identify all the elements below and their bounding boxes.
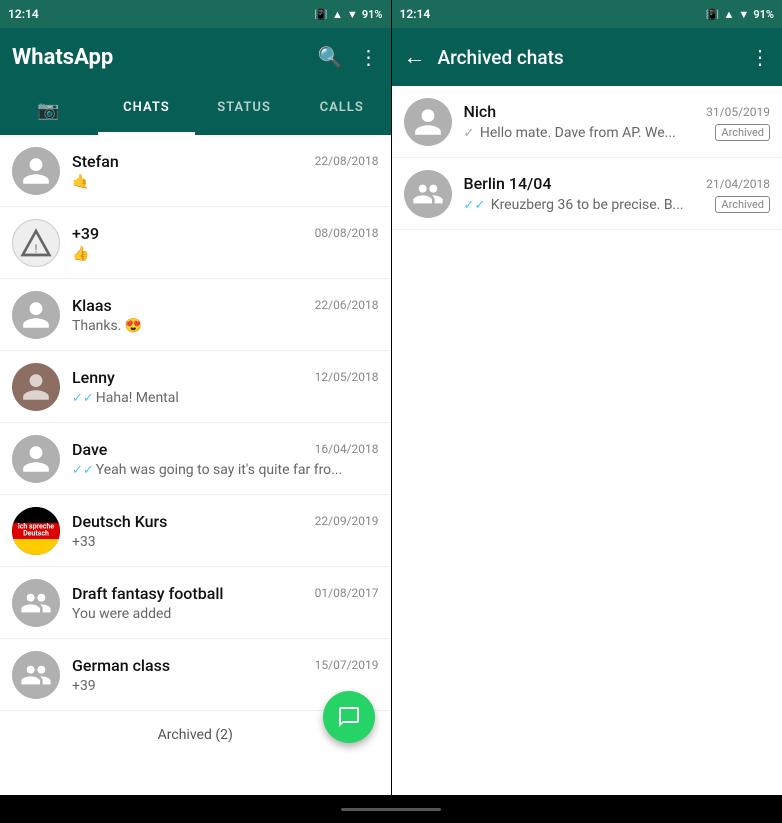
avatar-nich (404, 98, 452, 146)
status-bar-left: 12:14 📳 ▲ ▼ 91% (0, 0, 391, 28)
chat-item-plus39[interactable]: ! +39 08/08/2018 👍 (0, 207, 391, 279)
archived-title: Archived chats (438, 46, 739, 69)
time-left: 12:14 (8, 7, 39, 21)
chat-name-berlin: Berlin 14/04 (464, 174, 552, 193)
chat-preview-dave: ✓✓Yeah was going to say it's quite far f… (72, 462, 379, 478)
wifi-icon: ▼ (347, 8, 358, 21)
chat-name-dave: Dave (72, 440, 107, 459)
archived-label: Archived (2) (158, 727, 233, 743)
signal-icon-right: ▲ (724, 8, 735, 21)
chat-preview-deutsch: +33 (72, 534, 379, 550)
archived-badge-nich: Archived (715, 124, 770, 141)
avatar-plus39: ! (12, 219, 60, 267)
menu-icon-right[interactable]: ⋮ (750, 45, 770, 69)
chat-preview-german: +39 (72, 678, 379, 694)
chat-preview-stefan: 🤙 (72, 174, 379, 190)
app-title: WhatsApp (12, 45, 318, 70)
tab-camera[interactable]: 📷 (0, 86, 98, 135)
battery-right: 91% (753, 8, 774, 21)
chat-name-stefan: Stefan (72, 152, 119, 171)
back-button[interactable]: ← (404, 44, 426, 70)
double-check-dave: ✓✓ (72, 463, 94, 478)
status-bar-right: 12:14 📳 ▲ ▼ 91% (392, 0, 782, 28)
chat-content-berlin: Berlin 14/04 21/04/2018 ✓✓ Kreuzberg 36 … (464, 174, 771, 213)
chat-item-draft[interactable]: Draft fantasy football 01/08/2017 You we… (0, 567, 391, 639)
vibrate-icon: 📳 (314, 8, 328, 21)
chat-preview-nich: ✓ Hello mate. Dave from AP. We... Archiv… (464, 124, 771, 141)
chat-time-deutsch: 22/09/2019 (315, 514, 379, 528)
chat-name-lenny: Lenny (72, 368, 115, 387)
archived-header: ← Archived chats ⋮ (392, 28, 782, 86)
chat-name-nich: Nich (464, 102, 497, 121)
avatar-lenny (12, 363, 60, 411)
archived-chat-list: Nich 31/05/2019 ✓ Hello mate. Dave from … (392, 86, 782, 795)
avatar-draft (12, 579, 60, 627)
chat-time-german: 15/07/2019 (315, 658, 379, 672)
chat-time-lenny: 12/05/2018 (315, 370, 379, 384)
chat-content-lenny: Lenny 12/05/2018 ✓✓Haha! Mental (72, 368, 379, 406)
tab-status[interactable]: STATUS (195, 86, 293, 135)
nav-bar (0, 795, 782, 823)
search-icon[interactable]: 🔍 (318, 45, 343, 69)
chat-preview-plus39: 👍 (72, 246, 379, 262)
chat-item-berlin[interactable]: Berlin 14/04 21/04/2018 ✓✓ Kreuzberg 36 … (392, 158, 782, 230)
chat-time-plus39: 08/08/2018 (315, 226, 379, 240)
chat-item-stefan[interactable]: Stefan 22/08/2018 🤙 (0, 135, 391, 207)
whatsapp-header: WhatsApp 🔍 ⋮ (0, 28, 391, 86)
chat-preview-klaas: Thanks. 😍 (72, 318, 379, 334)
check-nich: ✓ (464, 126, 475, 141)
chat-preview-berlin: ✓✓ Kreuzberg 36 to be precise. B... Arch… (464, 196, 771, 213)
menu-icon[interactable]: ⋮ (359, 45, 379, 69)
chat-preview-lenny: ✓✓Haha! Mental (72, 390, 379, 406)
chat-time-berlin: 21/04/2018 (706, 177, 770, 191)
check-berlin: ✓✓ (464, 198, 486, 213)
signal-icon: ▲ (332, 8, 343, 21)
time-right: 12:14 (400, 7, 431, 21)
chat-time-klaas: 22/06/2018 (315, 298, 379, 312)
chat-time-nich: 31/05/2019 (706, 105, 770, 119)
chat-name-plus39: +39 (72, 224, 99, 243)
chat-content-stefan: Stefan 22/08/2018 🤙 (72, 152, 379, 190)
chat-content-draft: Draft fantasy football 01/08/2017 You we… (72, 584, 379, 622)
tabs-bar: 📷 CHATS STATUS CALLS (0, 86, 391, 135)
chat-name-german: German class (72, 656, 170, 675)
tab-calls[interactable]: CALLS (293, 86, 391, 135)
chat-item-deutsch[interactable]: ich sprecheDeutsch Deutsch Kurs 22/09/20… (0, 495, 391, 567)
chat-item-lenny[interactable]: Lenny 12/05/2018 ✓✓Haha! Mental (0, 351, 391, 423)
tab-chats[interactable]: CHATS (98, 86, 196, 135)
chat-time-stefan: 22/08/2018 (315, 154, 379, 168)
double-check-lenny: ✓✓ (72, 391, 94, 406)
chat-name-draft: Draft fantasy football (72, 584, 223, 603)
avatar-berlin (404, 170, 452, 218)
avatar-german (12, 651, 60, 699)
chat-content-german: German class 15/07/2019 +39 (72, 656, 379, 694)
chat-item-nich[interactable]: Nich 31/05/2019 ✓ Hello mate. Dave from … (392, 86, 782, 158)
chat-time-dave: 16/04/2018 (315, 442, 379, 456)
chat-content-deutsch: Deutsch Kurs 22/09/2019 +33 (72, 512, 379, 550)
chat-item-klaas[interactable]: Klaas 22/06/2018 Thanks. 😍 (0, 279, 391, 351)
chat-content-klaas: Klaas 22/06/2018 Thanks. 😍 (72, 296, 379, 334)
archived-badge-berlin: Archived (715, 196, 770, 213)
chat-content-dave: Dave 16/04/2018 ✓✓Yeah was going to say … (72, 440, 379, 478)
chat-name-klaas: Klaas (72, 296, 112, 315)
avatar-dave (12, 435, 60, 483)
chat-content-plus39: +39 08/08/2018 👍 (72, 224, 379, 262)
svg-text:!: ! (35, 242, 38, 255)
chat-name-deutsch: Deutsch Kurs (72, 512, 167, 531)
camera-icon: 📷 (37, 100, 60, 121)
nav-line (341, 808, 441, 811)
avatar-stefan (12, 147, 60, 195)
chat-preview-draft: You were added (72, 606, 379, 622)
avatar-deutsch: ich sprecheDeutsch (12, 507, 60, 555)
new-chat-fab[interactable] (323, 691, 375, 743)
avatar-klaas (12, 291, 60, 339)
chat-time-draft: 01/08/2017 (315, 586, 379, 600)
vibrate-icon-right: 📳 (706, 8, 720, 21)
chat-item-dave[interactable]: Dave 16/04/2018 ✓✓Yeah was going to say … (0, 423, 391, 495)
battery-left: 91% (362, 8, 383, 21)
wifi-icon-right: ▼ (738, 8, 749, 21)
chat-content-nich: Nich 31/05/2019 ✓ Hello mate. Dave from … (464, 102, 771, 141)
